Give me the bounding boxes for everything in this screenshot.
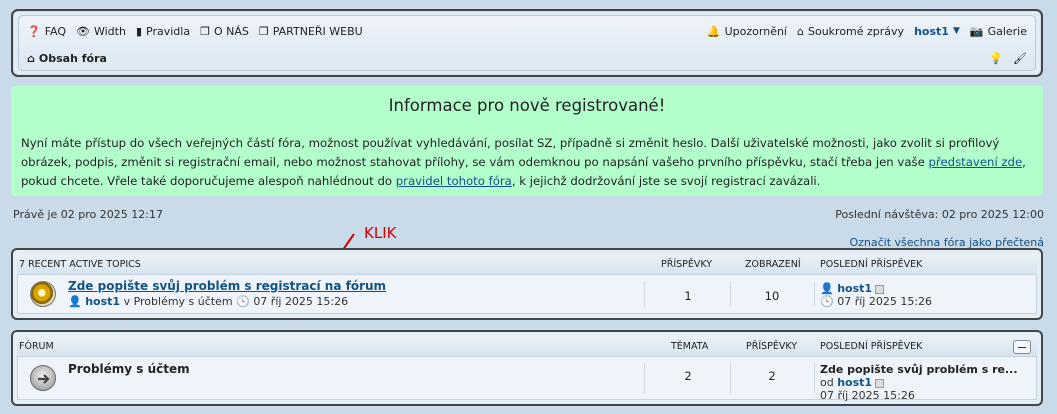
topic-speaker-icon (30, 281, 56, 307)
brush-icon[interactable]: 🖌 (1013, 52, 1027, 65)
recent-topics-heading: 7 RECENT ACTIVE TOPICS (19, 258, 141, 270)
book-icon: ▮ (135, 24, 143, 38)
introduction-link[interactable]: představení zde (929, 155, 1023, 169)
user-icon: 👤 (820, 282, 834, 295)
copy-icon: ❐ (200, 24, 210, 38)
copy-icon: ❐ (258, 24, 269, 38)
inbox-icon: ⌂ (797, 24, 804, 38)
col-last-post: POSLEDNÍ PŘÍSPĚVEK (820, 340, 923, 352)
width-link[interactable]: 👁 Width (76, 25, 126, 38)
clock-icon: 🕓 (820, 295, 834, 308)
bell-icon: 🔔 (706, 24, 721, 38)
col-posts: PŘÍSPĚVKY (746, 340, 798, 352)
board-index-link[interactable]: ⌂ Obsah fóra (27, 52, 107, 65)
forum-title-link[interactable]: Problémy s účtem (68, 362, 190, 376)
info-text: Nyní máte přístup do všech veřejných čás… (21, 136, 1026, 188)
rules-link[interactable]: ▮ Pravidla (136, 25, 190, 38)
navbar-top-row: ❓ FAQ 👁 Width ▮ Pravidla ❐ O NÁS ❐ PARTNEŘI W… (27, 22, 1027, 40)
forum-header: FÓRUM TÉMATA PŘÍSPĚVKY POSLEDNÍ PŘÍSPĚVE… (17, 336, 1037, 356)
private-messages-link[interactable]: ⌂ Soukromé zprávy (797, 25, 904, 38)
forum-row: Problémy s účtem 2 2 Zde popište svůj pr… (17, 356, 1037, 402)
header-navbar: ❓ FAQ 👁 Width ▮ Pravidla ❐ O NÁS ❐ PARTNEŘI W… (11, 9, 1043, 77)
col-views: ZOBRAZENÍ (745, 258, 801, 270)
topic-title-link[interactable]: Zde popište svůj problém s registrací na… (68, 279, 386, 293)
clock-icon: 🕓 (236, 295, 250, 308)
partners-link[interactable]: ❐ PARTNEŘI WEBU (259, 25, 363, 38)
camera-icon: 📷 (969, 24, 984, 38)
col-posts: PŘÍSPĚVKY (661, 258, 713, 270)
user-menu[interactable]: host1 ▼ (914, 25, 960, 38)
current-time: Právě je 02 pro 2025 12:17 (13, 208, 163, 221)
about-link[interactable]: ❐ O NÁS (200, 25, 249, 38)
forum-heading: FÓRUM (19, 340, 54, 352)
col-topics: TÉMATA (671, 340, 709, 352)
notifications-link[interactable]: 🔔 Upozornění (707, 25, 787, 38)
gallery-link[interactable]: 📷 Galerie (970, 25, 1027, 38)
forum-panel: FÓRUM TÉMATA PŘÍSPĚVKY POSLEDNÍ PŘÍSPĚVE… (11, 330, 1043, 406)
topic-forum-link[interactable]: Problémy s účtem (134, 295, 233, 308)
navbar-bottom-row: ⌂ Obsah fóra 💡 🖌 (27, 49, 1027, 67)
last-visit: Poslední návštěva: 02 pro 2025 12:00 (835, 208, 1044, 221)
forum-last-post-title-link[interactable]: Zde popište svůj problém s re... (820, 363, 1018, 376)
recent-topics-header: 7 RECENT ACTIVE TOPICS PŘÍSPĚVKY ZOBRAZE… (17, 254, 1037, 274)
caret-down-icon: ▼ (952, 26, 960, 36)
klik-annotation: KLIK (364, 224, 397, 242)
col-last-post: POSLEDNÍ PŘÍSPĚVEK (820, 258, 923, 270)
question-icon: ❓ (27, 24, 41, 38)
info-title: Informace pro nově registrované! (388, 96, 666, 115)
forum-posts-count: 2 (768, 369, 776, 383)
lightbulb-icon[interactable]: 💡 (989, 52, 1003, 65)
eye-icon: 👁 (76, 24, 90, 38)
topic-author-link[interactable]: host1 (85, 295, 120, 308)
collapse-button[interactable] (1013, 340, 1031, 354)
faq-link[interactable]: ❓ FAQ (27, 25, 66, 38)
topic-posts-count: 1 (684, 289, 692, 303)
view-latest-post-icon[interactable] (875, 378, 885, 388)
last-post-author-link[interactable]: host1 (837, 282, 872, 295)
forum-rules-link[interactable]: pravidel tohoto fóra (396, 174, 512, 188)
topic-row: Zde popište svůj problém s registrací na… (17, 274, 1037, 314)
topic-views-count: 10 (764, 289, 780, 303)
topic-meta: 👤 host1 v Problémy s účtem 🕓 07 říj 2025… (68, 295, 349, 308)
user-icon: 👤 (68, 295, 82, 308)
forum-last-post-author-link[interactable]: host1 (837, 376, 872, 389)
recent-topics-panel: 7 RECENT ACTIVE TOPICS PŘÍSPĚVKY ZOBRAZE… (11, 248, 1043, 320)
registration-info-box: Informace pro nově registrované! Nyní má… (11, 86, 1043, 196)
forum-last-post: Zde popište svůj problém s re... od host… (820, 363, 1018, 402)
topic-last-post: 👤 host1 🕓 07 říj 2025 15:26 (820, 282, 933, 308)
view-latest-post-icon[interactable] (875, 284, 885, 294)
forum-arrow-icon (30, 365, 56, 391)
home-icon: ⌂ (27, 51, 35, 65)
forum-topics-count: 2 (684, 369, 692, 383)
